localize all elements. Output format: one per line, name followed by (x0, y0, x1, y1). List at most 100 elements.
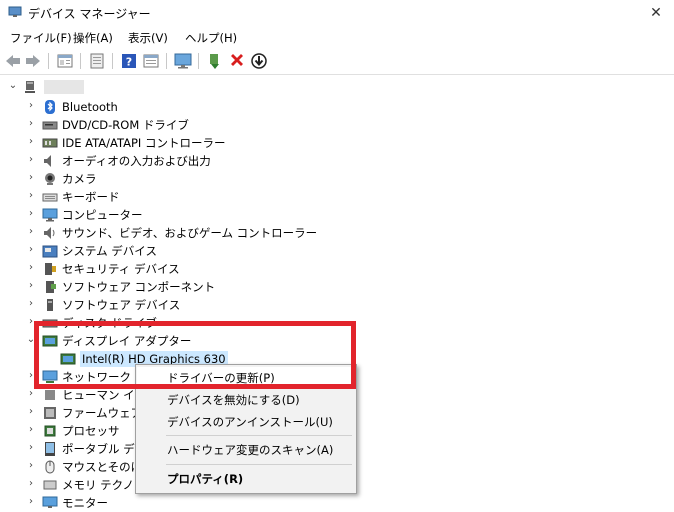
computer-name (44, 80, 84, 94)
tree-item-label: サウンド、ビデオ、およびゲーム コントローラー (62, 226, 318, 240)
show-hide-console-tree-icon[interactable] (142, 52, 160, 70)
tree-item-software-device[interactable]: › ソフトウェア デバイス (0, 296, 674, 314)
camera-icon (45, 173, 55, 185)
chevron-right-icon[interactable]: › (26, 299, 36, 309)
svg-text:?: ? (126, 56, 132, 69)
tree-item-bluetooth[interactable]: › Bluetooth (0, 98, 674, 116)
menu-item-label: デバイスを無効にする(D) (167, 393, 300, 407)
chevron-right-icon[interactable]: › (26, 407, 36, 417)
chevron-right-icon[interactable]: › (26, 119, 36, 129)
chevron-right-icon[interactable]: › (26, 371, 36, 381)
disk-drive-icon (42, 319, 58, 328)
tree-item-label: ファームウェア (62, 406, 143, 420)
display-adapter-icon (42, 335, 58, 347)
security-device-icon (45, 263, 56, 275)
menu-item-scan-hardware[interactable]: ハードウェア変更のスキャン(A) (137, 439, 355, 461)
chevron-right-icon[interactable]: › (26, 461, 36, 471)
firmware-icon (44, 407, 56, 419)
chevron-right-icon[interactable]: › (26, 227, 36, 237)
monitor-icon[interactable] (174, 52, 192, 70)
toolbar-separator (198, 53, 199, 69)
tree-item-display-adapter[interactable]: ⌄ ディスプレイ アダプター (0, 332, 674, 350)
toolbar-separator (48, 53, 49, 69)
forward-icon[interactable] (24, 52, 42, 70)
menu-separator (166, 464, 352, 465)
chevron-right-icon[interactable]: › (26, 479, 36, 489)
chevron-right-icon[interactable]: › (26, 317, 36, 327)
software-device-icon (47, 299, 53, 311)
help-icon[interactable]: ? (120, 52, 138, 70)
hid-icon (45, 390, 55, 400)
tree-item-software-component[interactable]: › ソフトウェア コンポーネント (0, 278, 674, 296)
context-menu: ドライバーの更新(P) デバイスを無効にする(D) デバイスのアンインストール(… (135, 364, 357, 494)
menu-item-properties[interactable]: プロパティ(R) (137, 468, 355, 490)
menu-item-label: プロパティ(R) (167, 472, 244, 486)
tree-item-security[interactable]: › セキュリティ デバイス (0, 260, 674, 278)
menu-file[interactable]: ファイル(F) (8, 28, 74, 48)
menu-item-disable-device[interactable]: デバイスを無効にする(D) (137, 389, 355, 411)
properties-icon[interactable] (56, 52, 74, 70)
uninstall-icon[interactable] (228, 52, 246, 70)
toolbar-separator (166, 53, 167, 69)
portable-device-icon (45, 442, 55, 456)
chevron-right-icon[interactable]: › (26, 101, 36, 111)
computer-icon (25, 81, 35, 93)
chevron-right-icon[interactable]: › (26, 245, 36, 255)
tree-item-sound[interactable]: › サウンド、ビデオ、およびゲーム コントローラー (0, 224, 674, 242)
menu-view[interactable]: 表示(V) (126, 28, 170, 48)
tree-item-label: ディスプレイ アダプター (62, 334, 192, 348)
chevron-down-icon[interactable]: ⌄ (26, 335, 36, 345)
tree-item-system[interactable]: › システム デバイス (0, 242, 674, 260)
tree-item-label: システム デバイス (62, 244, 157, 258)
tree-item-audio-io[interactable]: › オーディオの入力および出力 (0, 152, 674, 170)
chevron-right-icon[interactable]: › (26, 155, 36, 165)
tree-item-dvd[interactable]: › DVD/CD-ROM ドライブ (0, 116, 674, 134)
tree-item-label: プロセッサ (62, 424, 120, 438)
dvd-drive-icon (42, 121, 58, 130)
tree-item-computer[interactable]: › コンピューター (0, 206, 674, 224)
close-button[interactable]: ✕ (638, 0, 674, 26)
chevron-right-icon[interactable]: › (26, 389, 36, 399)
window-title: デバイス マネージャー (28, 7, 151, 21)
menu-item-uninstall-device[interactable]: デバイスのアンインストール(U) (137, 411, 355, 433)
toolbar-separator (80, 53, 81, 69)
toolbar-separator (112, 53, 113, 69)
chevron-right-icon[interactable]: › (26, 443, 36, 453)
title-bar: デバイス マネージャー ✕ (0, 0, 674, 26)
chevron-right-icon[interactable]: › (26, 497, 36, 507)
chevron-right-icon[interactable]: › (26, 191, 36, 201)
monitor-icon (42, 496, 58, 508)
tree-item-label: キーボード (62, 190, 120, 204)
chevron-right-icon[interactable]: › (26, 209, 36, 219)
tree-item-ide[interactable]: › IDE ATA/ATAPI コントローラー (0, 134, 674, 152)
tree-item-monitor[interactable]: › モニター (0, 494, 674, 512)
tree-item-label: ソフトウェア デバイス (62, 298, 181, 312)
chevron-right-icon[interactable]: › (26, 281, 36, 291)
menu-separator (166, 435, 352, 436)
enable-device-icon[interactable] (206, 52, 224, 70)
speaker-icon (44, 155, 51, 167)
scan-hardware-icon[interactable] (250, 52, 268, 70)
chevron-right-icon[interactable]: › (26, 173, 36, 183)
update-driver-icon[interactable] (88, 52, 106, 70)
keyboard-icon (42, 193, 58, 202)
back-icon[interactable] (4, 52, 22, 70)
toolbar: ? (0, 48, 674, 75)
device-manager-icon (8, 6, 22, 17)
tree-item-label: カメラ (62, 172, 97, 186)
bluetooth-icon (45, 100, 55, 114)
menu-item-update-driver[interactable]: ドライバーの更新(P) (137, 367, 355, 389)
tree-item-label: ソフトウェア コンポーネント (62, 280, 216, 294)
chevron-right-icon[interactable]: › (26, 425, 36, 435)
menu-action[interactable]: 操作(A) (71, 28, 115, 48)
tree-item-label: オーディオの入力および出力 (62, 154, 211, 168)
tree-root[interactable]: ⌄ (0, 78, 674, 96)
chevron-right-icon[interactable]: › (26, 137, 36, 147)
tree-item-camera[interactable]: › カメラ (0, 170, 674, 188)
tree-item-disk-drive[interactable]: › ディスク ドライブ (0, 314, 674, 332)
tree-item-label: コンピューター (62, 208, 143, 222)
tree-item-keyboard[interactable]: › キーボード (0, 188, 674, 206)
menu-help[interactable]: ヘルプ(H) (183, 28, 239, 48)
chevron-down-icon[interactable]: ⌄ (8, 81, 18, 91)
chevron-right-icon[interactable]: › (26, 263, 36, 273)
